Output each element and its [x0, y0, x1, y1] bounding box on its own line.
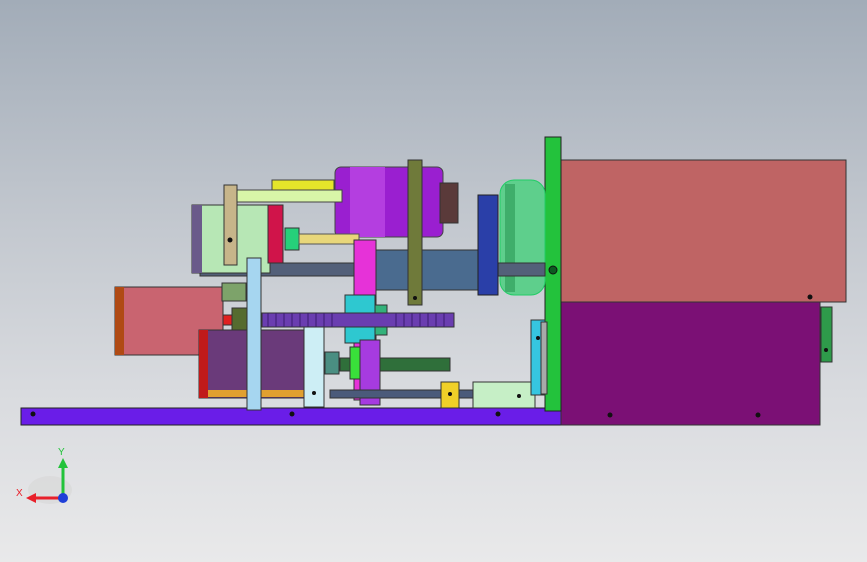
- y-axis-arrow: [58, 458, 68, 468]
- cad-viewport[interactable]: X Y: [0, 0, 867, 562]
- z-axis-dot: [58, 493, 68, 503]
- orientation-triad: X Y: [16, 447, 72, 504]
- x-axis-label: X: [16, 488, 23, 499]
- y-axis-label: Y: [58, 447, 65, 458]
